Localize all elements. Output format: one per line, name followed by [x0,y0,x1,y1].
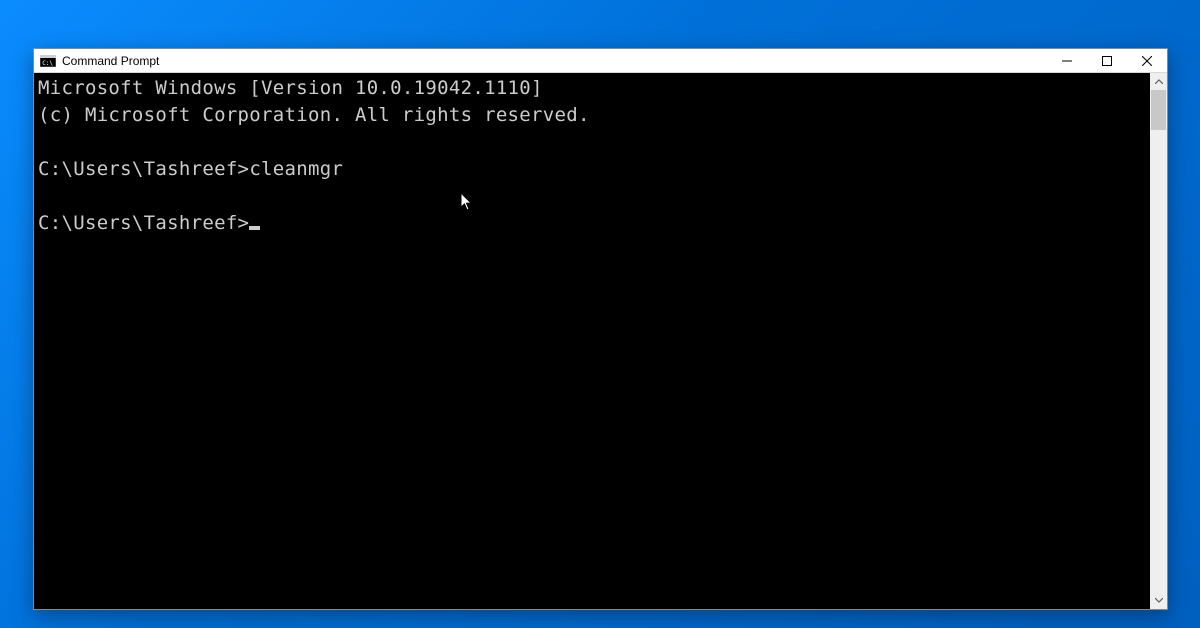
scroll-thumb[interactable] [1151,90,1166,130]
window-title: Command Prompt [62,55,159,67]
console-line: (c) Microsoft Corporation. All rights re… [38,104,590,126]
vertical-scrollbar[interactable] [1150,73,1167,609]
window-controls [1047,49,1167,72]
console-area: Microsoft Windows [Version 10.0.19042.11… [34,73,1167,609]
maximize-button[interactable] [1087,49,1127,72]
scroll-down-arrow-icon[interactable] [1150,592,1167,609]
svg-text:C:\: C:\ [42,60,53,67]
console-output[interactable]: Microsoft Windows [Version 10.0.19042.11… [34,73,1150,609]
minimize-button[interactable] [1047,49,1087,72]
console-command: cleanmgr [249,158,343,180]
close-button[interactable] [1127,49,1167,72]
text-cursor [249,226,260,230]
scroll-up-arrow-icon[interactable] [1150,73,1167,90]
command-prompt-window: C:\ Command Prompt Microsoft Windows [Ve… [33,48,1168,610]
cmd-icon: C:\ [40,54,56,68]
titlebar-left: C:\ Command Prompt [34,54,1047,68]
console-prompt: C:\Users\Tashreef> [38,158,249,180]
titlebar[interactable]: C:\ Command Prompt [34,49,1167,73]
console-prompt: C:\Users\Tashreef> [38,212,249,234]
console-line: Microsoft Windows [Version 10.0.19042.11… [38,77,543,99]
